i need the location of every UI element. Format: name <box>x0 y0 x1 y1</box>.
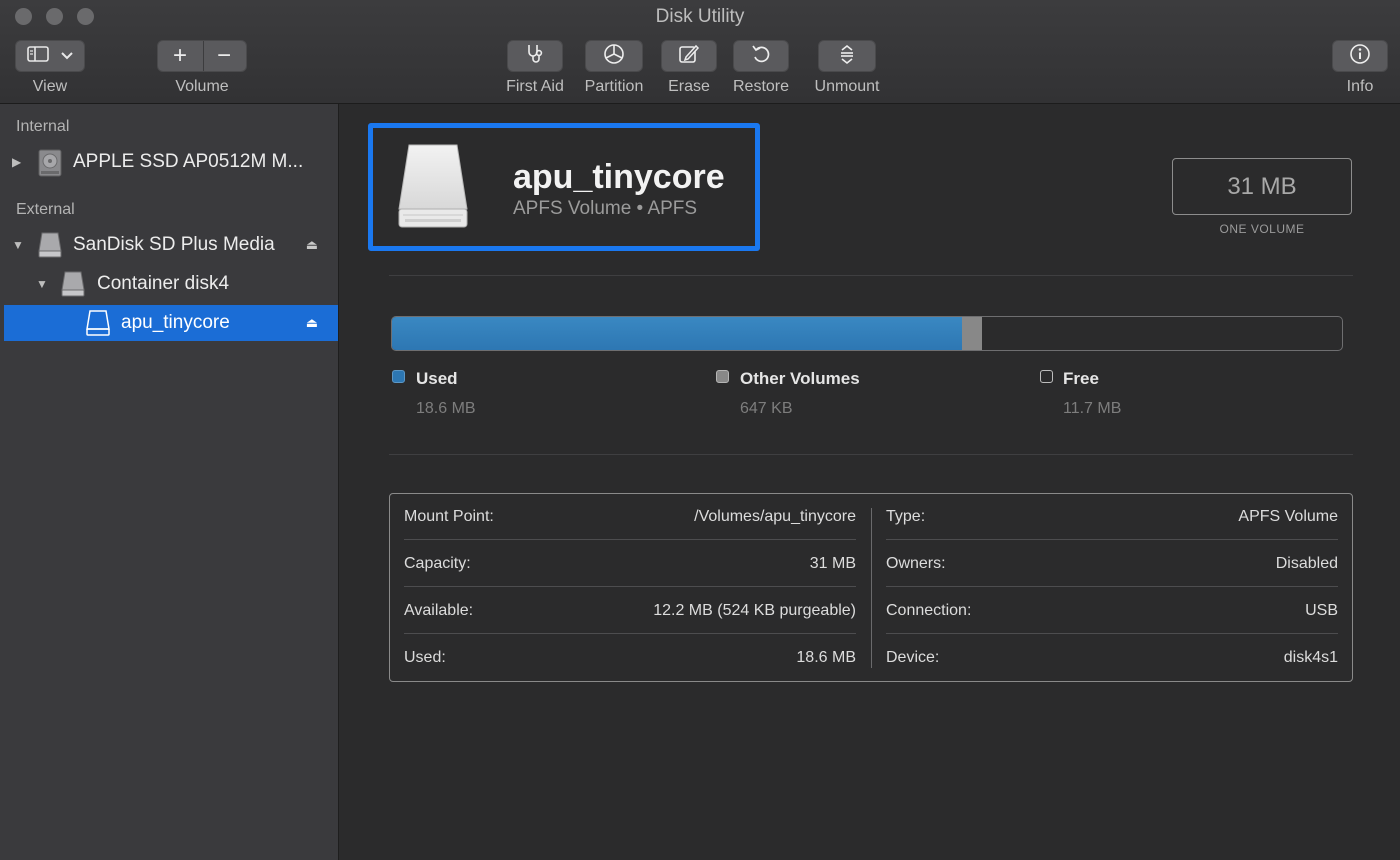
info-button[interactable] <box>1332 40 1388 72</box>
info-key: Connection: <box>886 602 972 619</box>
column-divider <box>871 508 872 668</box>
segment-divider <box>203 41 204 71</box>
info-row-owners: Owners: Disabled <box>886 541 1338 587</box>
external-section-header: External <box>16 201 75 218</box>
eject-icon[interactable]: ⏏ <box>306 315 318 331</box>
detail-pane: apu_tinycore APFS Volume • APFS 31 MB ON… <box>339 104 1400 860</box>
partition-pie-icon <box>603 43 625 70</box>
info-value: disk4s1 <box>1283 649 1338 666</box>
divider <box>389 454 1353 455</box>
info-row-available: Available: 12.2 MB (524 KB purgeable) <box>404 588 856 634</box>
sidebar-item-container-disk4[interactable]: ▼ Container disk4 <box>4 266 338 302</box>
capacity-badge: 31 MB <box>1172 158 1352 215</box>
disclosure-collapsed-icon[interactable]: ▶ <box>12 155 21 169</box>
erase-button[interactable] <box>661 40 717 72</box>
info-key: Device: <box>886 649 940 666</box>
internal-section-header: Internal <box>16 118 70 135</box>
container-disk-icon <box>61 271 85 302</box>
disclosure-expanded-icon[interactable]: ▼ <box>12 238 24 252</box>
restore-label: Restore <box>732 78 790 95</box>
info-key: Mount Point: <box>404 508 494 525</box>
info-value: Disabled <box>1275 555 1338 572</box>
info-value: 18.6 MB <box>796 649 856 666</box>
sidebar-item-label: Container disk4 <box>97 273 230 294</box>
view-button[interactable] <box>15 40 85 72</box>
usage-bar-other-segment <box>962 317 982 350</box>
first-aid-button[interactable] <box>507 40 563 72</box>
info-value: 31 MB <box>809 555 856 572</box>
stethoscope-icon <box>524 43 546 70</box>
sidebar-item-label: APPLE SSD AP0512M M... <box>73 151 304 172</box>
free-legend-swatch <box>1040 370 1053 383</box>
unmount-label: Unmount <box>814 78 880 95</box>
sidebar-item-sandisk[interactable]: ▼ SanDisk SD Plus Media ⏏ <box>4 227 338 263</box>
free-legend-label: Free <box>1063 369 1099 388</box>
sidebar-item-apu-tinycore[interactable]: apu_tinycore ⏏ <box>4 305 338 341</box>
erase-pencil-icon <box>678 43 700 70</box>
partition-button[interactable] <box>585 40 643 72</box>
capacity-caption: ONE VOLUME <box>1219 222 1305 236</box>
erase-label: Erase <box>668 78 710 95</box>
sidebar-toggle-icon <box>27 45 49 67</box>
info-value: 12.2 MB (524 KB purgeable) <box>653 602 856 619</box>
divider <box>389 275 1353 276</box>
external-disk-icon <box>38 232 62 263</box>
info-key: Available: <box>404 602 474 619</box>
info-value: APFS Volume <box>1238 508 1338 525</box>
other-volumes-legend-swatch <box>716 370 729 383</box>
info-row-connection: Connection: USB <box>886 588 1338 634</box>
volume-header: apu_tinycore APFS Volume • APFS <box>368 123 760 251</box>
sidebar: Internal ▶ APPLE SSD AP0512M M... Extern… <box>0 104 339 860</box>
info-key: Type: <box>886 508 926 525</box>
unmount-button[interactable] <box>818 40 876 72</box>
info-key: Owners: <box>886 555 946 572</box>
volume-info-table: Mount Point: /Volumes/apu_tinycore Capac… <box>389 493 1353 682</box>
window-title: Disk Utility <box>655 6 745 27</box>
used-legend-label: Used <box>416 369 458 388</box>
other-volumes-legend-label: Other Volumes <box>740 369 860 388</box>
used-legend-value: 18.6 MB <box>416 400 476 417</box>
info-icon <box>1349 43 1371 70</box>
usage-bar-used-segment <box>392 317 962 350</box>
info-key: Used: <box>404 649 446 666</box>
volume-name: apu_tinycore <box>513 158 725 196</box>
volume-icon <box>86 310 110 341</box>
sidebar-item-label: apu_tinycore <box>121 312 230 333</box>
info-row-device: Device: disk4s1 <box>886 635 1338 681</box>
first-aid-label: First Aid <box>506 78 564 95</box>
info-key: Capacity: <box>404 555 471 572</box>
other-volumes-legend-value: 647 KB <box>740 400 793 417</box>
remove-volume-button[interactable]: − <box>202 42 246 70</box>
internal-disk-icon <box>38 149 62 182</box>
info-label: Info <box>1346 78 1374 95</box>
restore-arrow-icon <box>750 43 772 70</box>
partition-label: Partition <box>584 78 644 95</box>
restore-button[interactable] <box>733 40 789 72</box>
view-label: View <box>32 78 68 95</box>
volume-label: Volume <box>175 78 229 95</box>
chevron-down-icon <box>61 47 73 65</box>
sidebar-item-apple-ssd[interactable]: ▶ APPLE SSD AP0512M M... <box>4 144 338 180</box>
eject-icon[interactable]: ⏏ <box>306 237 318 253</box>
used-legend-swatch <box>392 370 405 383</box>
disclosure-expanded-icon[interactable]: ▼ <box>36 277 48 291</box>
info-value: /Volumes/apu_tinycore <box>694 508 856 525</box>
free-legend-value: 11.7 MB <box>1063 400 1122 417</box>
unmount-icon <box>836 43 858 70</box>
volume-segmented-control: + − <box>157 40 247 72</box>
info-value: USB <box>1305 602 1338 619</box>
info-row-used: Used: 18.6 MB <box>404 635 856 681</box>
info-row-capacity: Capacity: 31 MB <box>404 541 856 587</box>
usage-bar <box>391 316 1343 351</box>
large-volume-icon <box>397 143 469 236</box>
title-toolbar: Disk Utility View + − Volume First Aid P… <box>0 0 1400 104</box>
volume-subtitle: APFS Volume • APFS <box>513 198 698 219</box>
info-row-type: Type: APFS Volume <box>886 494 1338 540</box>
sidebar-item-label: SanDisk SD Plus Media <box>73 234 275 255</box>
info-row-mount-point: Mount Point: /Volumes/apu_tinycore <box>404 494 856 540</box>
add-volume-button[interactable]: + <box>158 42 202 70</box>
